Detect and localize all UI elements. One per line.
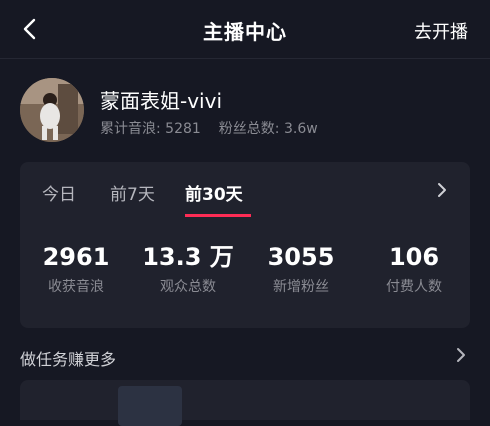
task-thumbnail bbox=[118, 386, 182, 426]
metric-label: 付费人数 bbox=[386, 279, 442, 295]
tab-7-days[interactable]: 前7天 bbox=[110, 180, 155, 205]
avatar-image bbox=[20, 78, 84, 142]
metric-new-fans[interactable]: 3055 新增粉丝 bbox=[245, 240, 357, 296]
chevron-right-icon bbox=[438, 183, 446, 197]
tasks-chevron bbox=[452, 346, 470, 364]
stats-card: 今日 前7天 前30天 2961 收获音浪 13.3 万 观众总数 3055 新… bbox=[20, 162, 470, 328]
active-tab-indicator bbox=[185, 214, 251, 217]
tab-30-days[interactable]: 前30天 bbox=[185, 180, 243, 205]
metric-label: 新增粉丝 bbox=[273, 279, 329, 295]
total-yinlang: 累计音浪: 5281 bbox=[100, 121, 201, 137]
tab-today[interactable]: 今日 bbox=[42, 180, 76, 205]
metric-value: 13.3 万 bbox=[142, 243, 234, 271]
avatar[interactable] bbox=[20, 78, 84, 142]
top-navigation-bar: 主播中心 去开播 bbox=[0, 0, 490, 59]
start-live-button[interactable]: 去开播 bbox=[414, 18, 468, 44]
tabs-more-button[interactable] bbox=[432, 180, 452, 200]
profile-section: 蒙面表姐-vivi 累计音浪: 5281 粉丝总数: 3.6w bbox=[20, 78, 470, 144]
metric-viewers[interactable]: 13.3 万 观众总数 bbox=[132, 240, 244, 296]
metrics-row: 2961 收获音浪 13.3 万 观众总数 3055 新增粉丝 106 付费人数 bbox=[20, 240, 470, 310]
chevron-right-icon bbox=[457, 348, 465, 362]
metric-paying-users[interactable]: 106 付费人数 bbox=[358, 240, 470, 296]
username: 蒙面表姐-vivi bbox=[100, 89, 223, 113]
profile-stats: 累计音浪: 5281 粉丝总数: 3.6w bbox=[100, 118, 318, 138]
metric-label: 收获音浪 bbox=[48, 279, 104, 295]
metric-yinlang[interactable]: 2961 收获音浪 bbox=[20, 240, 132, 296]
tasks-label: 做任务赚更多 bbox=[20, 350, 117, 369]
period-tabs: 今日 前7天 前30天 bbox=[20, 162, 470, 218]
metric-label: 观众总数 bbox=[160, 279, 216, 295]
task-card[interactable] bbox=[20, 380, 470, 426]
tasks-row[interactable]: 做任务赚更多 bbox=[20, 342, 470, 372]
metric-value: 3055 bbox=[267, 243, 335, 271]
metric-value: 2961 bbox=[42, 243, 110, 271]
metric-value: 106 bbox=[388, 243, 440, 271]
fans-total: 粉丝总数: 3.6w bbox=[218, 121, 318, 137]
